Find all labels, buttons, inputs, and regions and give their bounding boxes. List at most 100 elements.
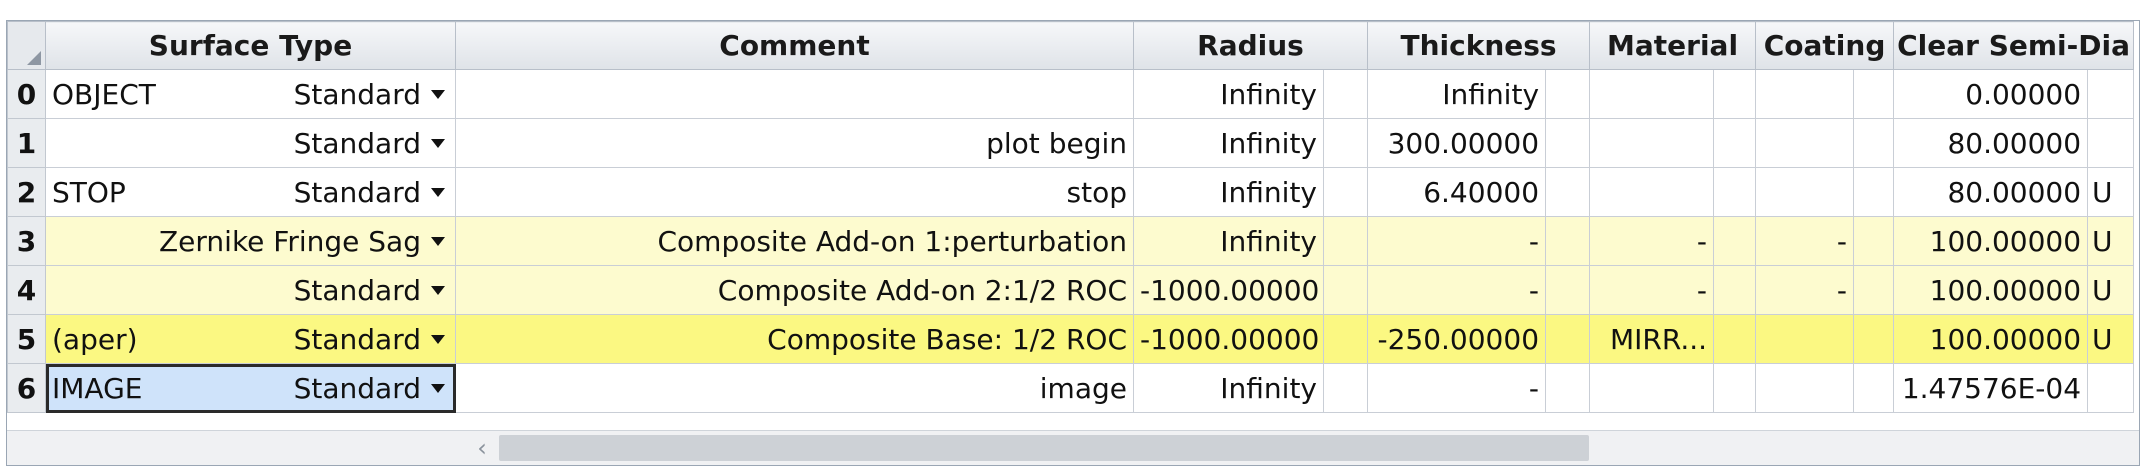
material-cell[interactable] (1589, 363, 1715, 413)
thickness-solve-cell[interactable] (1545, 265, 1591, 315)
row-number[interactable]: 2 (7, 167, 46, 217)
thickness-solve-cell[interactable] (1545, 118, 1591, 168)
coating-solve-cell[interactable] (1853, 363, 1895, 413)
thickness-solve-cell[interactable] (1545, 314, 1591, 364)
row-number[interactable]: 0 (7, 69, 46, 119)
comment-cell[interactable]: Composite Add-on 1:perturbation (455, 216, 1134, 266)
material-cell[interactable] (1589, 118, 1715, 168)
surface-type-cell[interactable]: Zernike Fringe Sag (45, 216, 456, 266)
radius-solve-cell[interactable] (1322, 118, 1369, 168)
clear-semi-dia-solve-cell[interactable] (2087, 69, 2135, 119)
coating-cell[interactable] (1755, 314, 1855, 364)
clear-semi-dia-cell[interactable]: 80.00000 (1893, 167, 2089, 217)
clear-semi-dia-cell[interactable]: 1.47576E-04 (1893, 363, 2089, 413)
thickness-cell[interactable]: - (1367, 363, 1547, 413)
coating-cell[interactable] (1755, 118, 1855, 168)
col-header-radius[interactable]: Radius (1132, 21, 1369, 70)
chevron-down-icon[interactable] (431, 89, 445, 99)
material-solve-cell[interactable] (1713, 363, 1757, 413)
col-header-comment[interactable]: Comment (455, 21, 1134, 70)
surface-type-cell[interactable]: Standard (45, 265, 456, 315)
row-number[interactable]: 1 (7, 118, 46, 168)
radius-solve-cell[interactable] (1322, 314, 1369, 364)
comment-cell[interactable]: plot begin (455, 118, 1134, 168)
comment-cell[interactable]: stop (455, 167, 1134, 217)
clear-semi-dia-solve-cell[interactable]: U (2087, 216, 2135, 266)
material-cell[interactable] (1589, 167, 1715, 217)
coating-cell[interactable]: - (1755, 265, 1855, 315)
thickness-solve-cell[interactable] (1545, 167, 1591, 217)
material-solve-cell[interactable] (1713, 118, 1757, 168)
coating-cell[interactable] (1755, 363, 1855, 413)
thickness-solve-cell[interactable] (1545, 216, 1591, 266)
thickness-solve-cell[interactable] (1545, 363, 1591, 413)
surface-type-cell[interactable]: Standard (45, 118, 456, 168)
coating-cell[interactable] (1755, 167, 1855, 217)
chevron-down-icon[interactable] (431, 383, 445, 393)
clear-semi-dia-solve-cell[interactable]: U (2087, 265, 2135, 315)
select-all-corner[interactable] (7, 21, 46, 70)
coating-solve-cell[interactable] (1853, 118, 1895, 168)
chevron-down-icon[interactable] (431, 334, 445, 344)
chevron-down-icon[interactable] (431, 138, 445, 148)
radius-solve-cell[interactable] (1322, 363, 1369, 413)
row-number[interactable]: 6 (7, 363, 46, 413)
radius-solve-cell[interactable] (1322, 167, 1369, 217)
clear-semi-dia-cell[interactable]: 0.00000 (1893, 69, 2089, 119)
scrollbar-thumb[interactable] (499, 435, 1589, 461)
coating-cell[interactable]: - (1755, 216, 1855, 266)
coating-solve-cell[interactable] (1853, 314, 1895, 364)
horizontal-scrollbar[interactable]: ‹ (7, 430, 2139, 465)
chevron-down-icon[interactable] (431, 285, 445, 295)
thickness-cell[interactable]: - (1367, 265, 1547, 315)
row-number[interactable]: 5 (7, 314, 46, 364)
comment-cell[interactable]: image (455, 363, 1134, 413)
chevron-down-icon[interactable] (431, 236, 445, 246)
clear-semi-dia-cell[interactable]: 100.00000 (1893, 216, 2089, 266)
col-header-thickness[interactable]: Thickness (1367, 21, 1591, 70)
clear-semi-dia-solve-cell[interactable] (2087, 118, 2135, 168)
radius-cell[interactable]: -1000.00000 (1133, 314, 1324, 364)
row-number[interactable]: 3 (7, 216, 46, 266)
clear-semi-dia-cell[interactable]: 80.00000 (1893, 118, 2089, 168)
clear-semi-dia-solve-cell[interactable]: U (2087, 167, 2135, 217)
material-solve-cell[interactable] (1713, 69, 1757, 119)
thickness-cell[interactable]: -250.00000 (1367, 314, 1547, 364)
clear-semi-dia-solve-cell[interactable]: U (2087, 314, 2135, 364)
radius-cell[interactable]: Infinity (1133, 363, 1324, 413)
material-cell[interactable] (1589, 69, 1715, 119)
row-number[interactable]: 4 (7, 265, 46, 315)
comment-cell[interactable]: Composite Add-on 2:1/2 ROC (455, 265, 1134, 315)
radius-cell[interactable]: Infinity (1133, 69, 1324, 119)
thickness-cell[interactable]: 6.40000 (1367, 167, 1547, 217)
material-cell[interactable]: - (1589, 216, 1715, 266)
thickness-cell[interactable]: Infinity (1367, 69, 1547, 119)
radius-cell[interactable]: Infinity (1133, 216, 1324, 266)
material-solve-cell[interactable] (1713, 265, 1757, 315)
surface-type-cell-selected[interactable]: IMAGE Standard (45, 363, 456, 413)
coating-solve-cell[interactable] (1853, 69, 1895, 119)
chevron-left-icon[interactable]: ‹ (467, 431, 497, 465)
coating-solve-cell[interactable] (1853, 216, 1895, 266)
coating-solve-cell[interactable] (1853, 265, 1895, 315)
col-header-surface-type[interactable]: Surface Type (45, 21, 456, 70)
coating-cell[interactable] (1755, 69, 1855, 119)
material-solve-cell[interactable] (1713, 314, 1757, 364)
comment-cell[interactable] (455, 69, 1134, 119)
thickness-cell[interactable]: - (1367, 216, 1547, 266)
radius-cell[interactable]: Infinity (1133, 118, 1324, 168)
material-solve-cell[interactable] (1713, 167, 1757, 217)
radius-cell[interactable]: Infinity (1133, 167, 1324, 217)
col-header-material[interactable]: Material (1589, 21, 1757, 70)
radius-solve-cell[interactable] (1322, 69, 1369, 119)
col-header-coating[interactable]: Coating (1755, 21, 1895, 70)
material-cell[interactable]: - (1589, 265, 1715, 315)
radius-solve-cell[interactable] (1322, 216, 1369, 266)
surface-type-cell[interactable]: (aper) Standard (45, 314, 456, 364)
comment-cell[interactable]: Composite Base: 1/2 ROC (455, 314, 1134, 364)
col-header-clear-semi-dia[interactable]: Clear Semi-Dia (1893, 21, 2135, 70)
material-solve-cell[interactable] (1713, 216, 1757, 266)
coating-solve-cell[interactable] (1853, 167, 1895, 217)
radius-solve-cell[interactable] (1322, 265, 1369, 315)
clear-semi-dia-solve-cell[interactable] (2087, 363, 2135, 413)
